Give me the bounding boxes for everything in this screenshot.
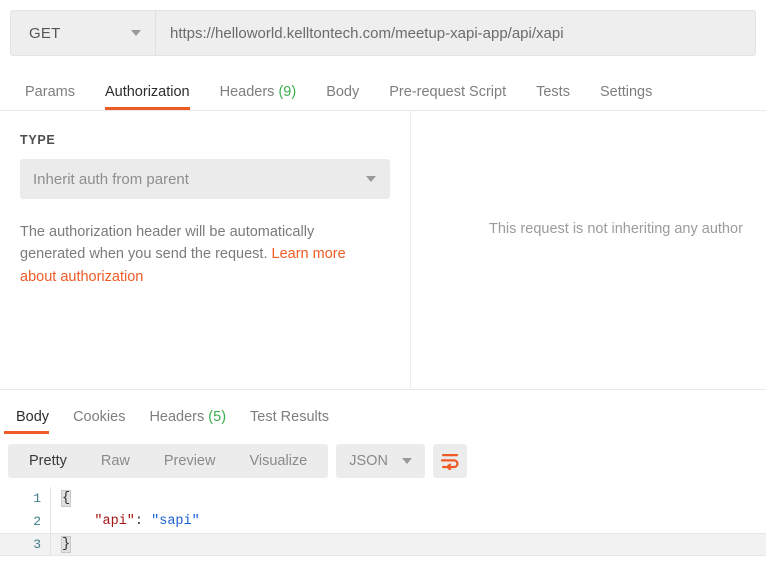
tab-body-label: Body bbox=[326, 83, 360, 100]
response-format-value: JSON bbox=[349, 453, 388, 469]
view-mode-visualize-label: Visualize bbox=[249, 453, 308, 469]
view-mode-preview-label: Preview bbox=[163, 453, 216, 469]
auth-type-dropdown[interactable]: Inherit auth from parent bbox=[20, 159, 390, 199]
response-body-code[interactable]: 1 { 2 "api": "sapi" 3 } bbox=[0, 487, 766, 579]
code-line-content: "api": "sapi" bbox=[50, 510, 766, 533]
tab-authorization-label: Authorization bbox=[104, 83, 190, 100]
request-tab-bar: Params Authorization Headers (9) Body Pr… bbox=[0, 68, 766, 110]
response-tab-headers-count: (5) bbox=[208, 408, 227, 425]
json-colon: : bbox=[134, 514, 152, 529]
response-section: Body Cookies Headers (5) Test Results Pr… bbox=[0, 389, 766, 579]
view-mode-raw-label: Raw bbox=[100, 453, 130, 469]
tab-headers[interactable]: Headers (9) bbox=[205, 83, 312, 111]
tab-params-label: Params bbox=[25, 83, 75, 100]
line-number: 3 bbox=[33, 537, 41, 552]
response-tab-test-results-label: Test Results bbox=[250, 408, 330, 425]
view-mode-visualize[interactable]: Visualize bbox=[232, 444, 324, 478]
line-number: 2 bbox=[33, 514, 41, 529]
response-format-dropdown[interactable]: JSON bbox=[336, 444, 425, 478]
view-mode-pretty-label: Pretty bbox=[29, 453, 67, 469]
tab-authorization[interactable]: Authorization bbox=[90, 83, 205, 111]
tab-settings[interactable]: Settings bbox=[585, 83, 667, 111]
tab-pre-request-script-label: Pre-request Script bbox=[389, 83, 507, 100]
auth-description-text: The authorization header will be automat… bbox=[20, 224, 315, 263]
line-number: 1 bbox=[33, 491, 41, 506]
view-mode-pretty[interactable]: Pretty bbox=[12, 444, 84, 478]
word-wrap-button[interactable] bbox=[432, 444, 467, 478]
tab-tests[interactable]: Tests bbox=[521, 83, 585, 111]
word-wrap-icon bbox=[440, 454, 459, 470]
response-tab-bar: Body Cookies Headers (5) Test Results bbox=[0, 394, 766, 434]
tab-body[interactable]: Body bbox=[311, 83, 374, 111]
tab-headers-count: (9) bbox=[278, 83, 297, 100]
response-tab-cookies-label: Cookies bbox=[73, 408, 126, 425]
response-tab-cookies[interactable]: Cookies bbox=[61, 408, 137, 435]
response-tab-body[interactable]: Body bbox=[4, 408, 61, 435]
http-method-label: GET bbox=[29, 24, 61, 42]
authorization-info-pane: This request is not inheriting any autho… bbox=[411, 111, 766, 389]
code-line: 1 { bbox=[0, 487, 766, 510]
auth-description: The authorization header will be automat… bbox=[20, 221, 378, 288]
chevron-down-icon bbox=[131, 30, 141, 36]
tab-tests-label: Tests bbox=[536, 83, 570, 100]
tab-pre-request-script[interactable]: Pre-request Script bbox=[374, 83, 521, 111]
response-tab-body-label: Body bbox=[16, 408, 50, 425]
tab-params[interactable]: Params bbox=[10, 83, 90, 111]
json-value: "sapi" bbox=[151, 514, 200, 529]
code-line: 2 "api": "sapi" bbox=[0, 510, 766, 533]
response-tab-test-results[interactable]: Test Results bbox=[238, 408, 341, 435]
http-method-dropdown[interactable]: GET bbox=[11, 11, 156, 55]
tab-headers-label: Headers bbox=[219, 83, 275, 100]
request-url-bar: GET https://helloworld.kelltontech.com/m… bbox=[10, 10, 756, 56]
code-line-active: 3 } bbox=[0, 533, 766, 556]
code-line-content: } bbox=[50, 533, 766, 556]
request-url-input[interactable]: https://helloworld.kelltontech.com/meetu… bbox=[156, 11, 755, 55]
response-view-mode-group: Pretty Raw Preview Visualize bbox=[8, 444, 329, 478]
json-close-brace: } bbox=[60, 536, 72, 553]
code-line-content: { bbox=[50, 487, 766, 510]
chevron-down-icon bbox=[366, 176, 376, 182]
json-open-brace: { bbox=[60, 490, 72, 507]
auth-type-label: TYPE bbox=[20, 133, 56, 147]
view-mode-preview[interactable]: Preview bbox=[147, 444, 233, 478]
chevron-down-icon bbox=[401, 458, 412, 464]
auth-type-selected-value: Inherit auth from parent bbox=[33, 170, 189, 188]
response-tab-headers[interactable]: Headers (5) bbox=[137, 408, 238, 435]
authorization-config-pane: TYPE Inherit auth from parent The author… bbox=[0, 111, 411, 389]
json-key: "api" bbox=[94, 514, 135, 529]
tab-settings-label: Settings bbox=[599, 83, 653, 100]
auth-inheritance-message: This request is not inheriting any autho… bbox=[489, 221, 743, 237]
response-format-toolbar: Pretty Raw Preview Visualize JSON bbox=[0, 434, 766, 487]
response-tab-headers-label: Headers bbox=[149, 408, 205, 425]
authorization-panel: TYPE Inherit auth from parent The author… bbox=[0, 111, 766, 389]
view-mode-raw[interactable]: Raw bbox=[84, 444, 147, 478]
